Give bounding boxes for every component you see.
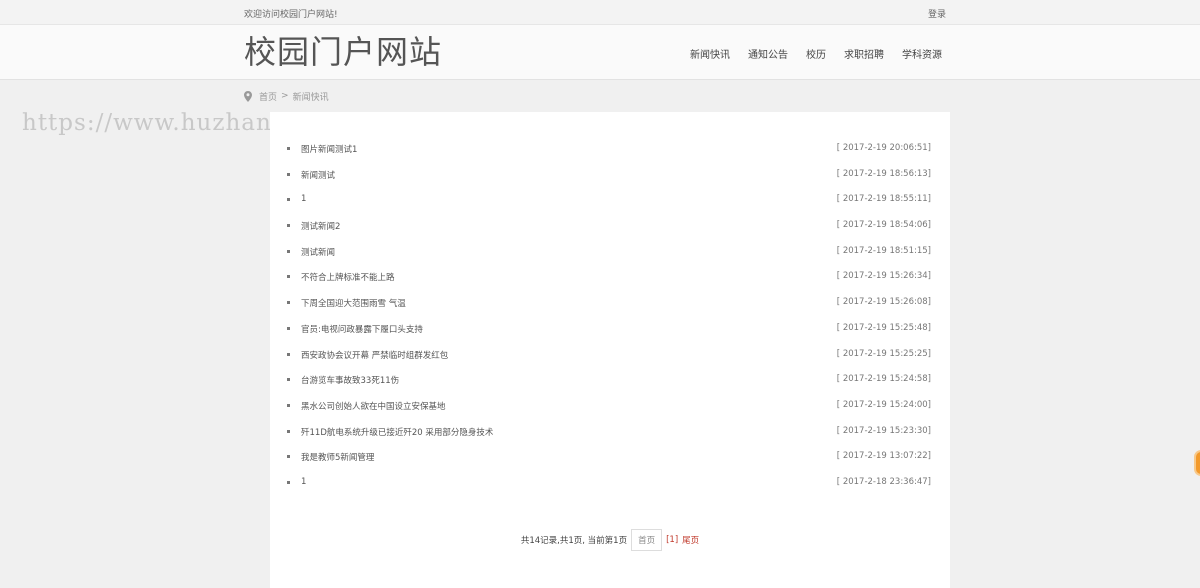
news-time: [ 2017-2-19 15:25:25] — [836, 348, 931, 359]
news-time: [ 2017-2-19 13:07:22] — [836, 451, 931, 462]
bullet-icon — [287, 429, 290, 433]
breadcrumb-current: 新闻快讯 — [292, 92, 329, 103]
pagination-summary: 共14记录,共1页, 当前第1页 — [520, 536, 628, 546]
login-link[interactable]: 登录 — [928, 7, 946, 20]
list-item: 台游览车事故致33死11伤 [ 2017-2-19 15:24:58] — [270, 374, 950, 400]
news-time: [ 2017-2-18 23:36:47] — [836, 476, 931, 487]
list-item: 歼11D航电系统升级已接近歼20 采用部分隐身技术 [ 2017-2-19 15:… — [270, 426, 950, 452]
news-time: [ 2017-2-19 15:26:34] — [836, 271, 931, 282]
bullet-icon — [287, 378, 290, 382]
list-item: 测试新闻2 [ 2017-2-19 18:54:06] — [270, 220, 950, 246]
news-title[interactable]: 测试新闻2 — [301, 220, 340, 232]
pagination: 共14记录,共1页, 当前第1页 首页 [1] 尾页 — [270, 529, 950, 551]
top-bar: 欢迎访问校园门户网站! 登录 — [0, 0, 1200, 24]
news-title[interactable]: 1 — [301, 477, 306, 487]
list-item: 官员:电视问政暴露下履口头支持 [ 2017-2-19 15:25:48] — [270, 323, 950, 349]
news-time: [ 2017-2-19 15:24:00] — [836, 399, 931, 410]
location-pin-icon — [244, 90, 252, 102]
bullet-icon — [287, 480, 290, 484]
bullet-icon — [287, 455, 290, 459]
nav-jobs[interactable]: 求职招聘 — [844, 46, 884, 61]
news-time: [ 2017-2-19 15:25:48] — [836, 322, 931, 333]
bullet-icon — [287, 249, 290, 253]
list-item: 下周全国迎大范围雨雪 气温 [ 2017-2-19 15:26:08] — [270, 297, 950, 323]
bullet-icon — [287, 147, 290, 150]
news-title[interactable]: 歼11D航电系统升级已接近歼20 采用部分隐身技术 — [301, 426, 493, 438]
current-page: [1] — [666, 535, 679, 545]
site-header: 校园门户网站 新闻快讯 通知公告 校历 求职招聘 学科资源 — [0, 24, 1200, 80]
news-title[interactable]: 下周全国迎大范围雨雪 气温 — [301, 297, 406, 309]
bullet-icon — [287, 301, 290, 305]
news-time: [ 2017-2-19 15:26:08] — [836, 297, 931, 308]
bullet-icon — [287, 198, 290, 202]
news-time: [ 2017-2-19 18:56:13] — [836, 168, 931, 179]
list-item: 不符合上牌标准不能上路 [ 2017-2-19 15:26:34] — [270, 271, 950, 297]
nav-calendar[interactable]: 校历 — [806, 46, 826, 61]
nav-notices[interactable]: 通知公告 — [748, 46, 788, 61]
breadcrumb: 首页 > 新闻快讯 — [244, 90, 329, 103]
news-title[interactable]: 我是教师5新闻管理 — [301, 451, 374, 463]
news-title[interactable]: 图片新闻测试1 — [301, 143, 357, 155]
news-time: [ 2017-2-19 18:51:15] — [836, 245, 931, 256]
news-list: 图片新闻测试1 [ 2017-2-19 20:06:51] 新闻测试 [ 2017-… — [270, 143, 950, 503]
news-title[interactable]: 西安政协会议开幕 严禁临时组群发红包 — [301, 349, 448, 361]
breadcrumb-separator: > — [281, 91, 289, 101]
first-page-button[interactable]: 首页 — [631, 529, 663, 551]
bullet-icon — [287, 326, 290, 330]
news-time: [ 2017-2-19 15:23:30] — [836, 425, 931, 436]
news-title[interactable]: 不符合上牌标准不能上路 — [301, 271, 395, 283]
list-item: 1 [ 2017-2-19 18:55:11] — [270, 194, 950, 220]
list-item: 测试新闻 [ 2017-2-19 18:51:15] — [270, 246, 950, 272]
bullet-icon — [287, 224, 290, 228]
news-title[interactable]: 新闻测试 — [301, 169, 335, 181]
nav-news[interactable]: 新闻快讯 — [690, 46, 730, 61]
bullet-icon — [287, 275, 290, 279]
list-item: 黑水公司创始人欲在中国设立安保基地 [ 2017-2-19 15:24:00] — [270, 400, 950, 426]
news-title[interactable]: 黑水公司创始人欲在中国设立安保基地 — [301, 400, 446, 412]
news-time: [ 2017-2-19 18:55:11] — [836, 194, 931, 205]
nav-resources[interactable]: 学科资源 — [902, 46, 942, 61]
news-title[interactable]: 1 — [301, 194, 306, 204]
site-title: 校园门户网站 — [244, 33, 443, 71]
news-title[interactable]: 官员:电视问政暴露下履口头支持 — [301, 323, 423, 335]
bullet-icon — [287, 403, 290, 407]
news-time: [ 2017-2-19 15:24:58] — [836, 374, 931, 385]
bullet-icon — [287, 172, 290, 176]
list-item: 西安政协会议开幕 严禁临时组群发红包 [ 2017-2-19 15:25:25] — [270, 349, 950, 375]
news-title[interactable]: 测试新闻 — [301, 246, 335, 258]
breadcrumb-home[interactable]: 首页 — [259, 90, 277, 103]
welcome-text: 欢迎访问校园门户网站! — [244, 10, 338, 20]
news-time: [ 2017-2-19 20:06:51] — [836, 143, 931, 153]
list-item: 图片新闻测试1 [ 2017-2-19 20:06:51] — [270, 143, 950, 169]
news-time: [ 2017-2-19 18:54:06] — [836, 220, 931, 231]
main-nav: 新闻快讯 通知公告 校历 求职招聘 学科资源 — [672, 46, 942, 61]
last-page-link[interactable]: 尾页 — [682, 534, 699, 546]
bullet-icon — [287, 352, 290, 356]
list-item: 我是教师5新闻管理 [ 2017-2-19 13:07:22] — [270, 451, 950, 477]
list-item: 1 [ 2017-2-18 23:36:47] — [270, 477, 950, 503]
news-title[interactable]: 台游览车事故致33死11伤 — [301, 374, 399, 386]
news-panel: 图片新闻测试1 [ 2017-2-19 20:06:51] 新闻测试 [ 2017-… — [270, 112, 950, 588]
list-item: 新闻测试 [ 2017-2-19 18:56:13] — [270, 169, 950, 195]
floating-widget[interactable] — [1194, 450, 1200, 476]
